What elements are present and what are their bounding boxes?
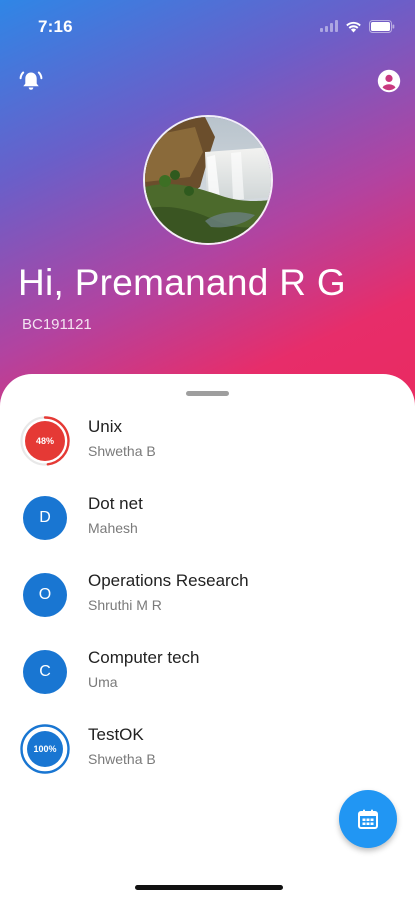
wifi-icon <box>345 20 362 33</box>
course-name: Operations Research <box>88 571 249 590</box>
account-circle-icon[interactable] <box>376 68 402 94</box>
course-letter: D <box>23 496 67 540</box>
status-time: 7:16 <box>38 17 73 36</box>
course-item-unix[interactable]: 48% Unix Shwetha B <box>0 416 415 493</box>
sheet-drag-handle[interactable] <box>186 391 229 396</box>
status-icons <box>320 17 395 35</box>
bell-alert-icon[interactable] <box>18 68 44 94</box>
calendar-fab[interactable] <box>339 790 397 848</box>
battery-icon <box>369 19 395 33</box>
profile-avatar[interactable] <box>143 115 273 245</box>
course-name: Unix <box>88 417 123 436</box>
course-letter: O <box>23 573 67 617</box>
greeting-title: Hi, Premanand R G <box>18 262 346 303</box>
course-teacher: Mahesh <box>88 520 138 536</box>
user-id: BC191121 <box>22 316 92 333</box>
course-progress-indicator: 100% <box>20 724 70 774</box>
course-name: TestOK <box>88 725 144 744</box>
course-item-operations-research[interactable]: O Operations Research Shruthi M R <box>0 570 415 647</box>
course-item-computer-tech[interactable]: C Computer tech Uma <box>0 647 415 724</box>
calendar-icon <box>358 809 378 829</box>
course-letter-avatar: O <box>20 570 70 620</box>
course-teacher: Shwetha B <box>88 751 156 767</box>
course-name: Computer tech <box>88 648 200 667</box>
course-teacher: Uma <box>88 674 118 690</box>
course-teacher: Shruthi M R <box>88 597 162 613</box>
course-item-dot-net[interactable]: D Dot net Mahesh <box>0 493 415 570</box>
course-progress-label: 48% <box>35 436 54 446</box>
course-letter: C <box>23 650 67 694</box>
status-bar: 7:16 <box>0 0 415 50</box>
course-letter-avatar: D <box>20 493 70 543</box>
course-progress-indicator: 48% <box>20 416 70 466</box>
course-name: Dot net <box>88 494 143 513</box>
course-progress-label: 100% <box>33 744 57 754</box>
home-indicator[interactable] <box>135 885 283 890</box>
profile-header: 7:16 Hi, Premanand R G BC191121 <box>0 0 415 420</box>
course-teacher: Shwetha B <box>88 443 156 459</box>
course-list: 48% Unix Shwetha B D Dot net Mahesh O Op… <box>0 416 415 801</box>
cellular-signal-icon <box>320 20 338 32</box>
course-item-testok[interactable]: 100% TestOK Shwetha B <box>0 724 415 801</box>
course-letter-avatar: C <box>20 647 70 697</box>
